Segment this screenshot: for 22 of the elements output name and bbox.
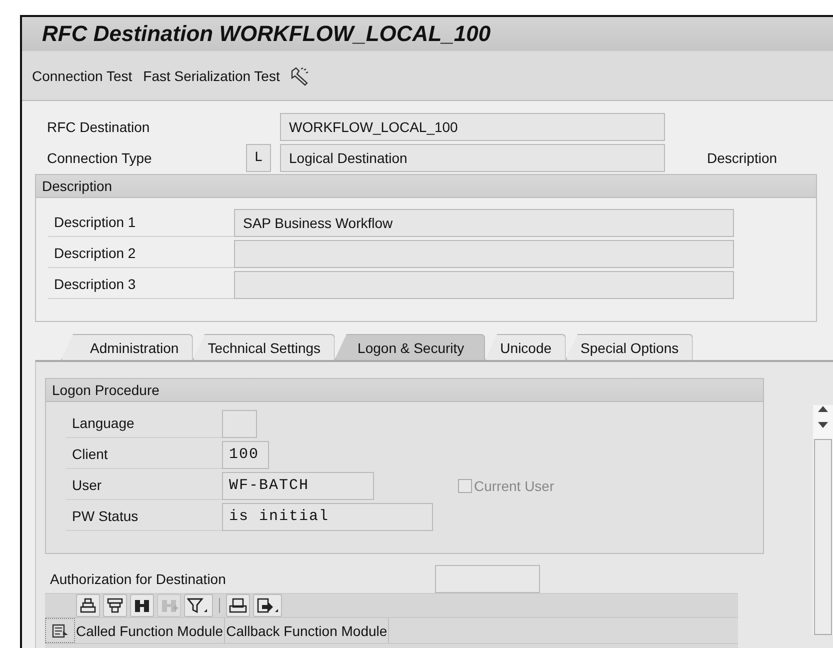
tab[interactable]: Logon & Security	[334, 334, 486, 360]
toolbar-button[interactable]: Fast Serialization Test	[139, 64, 284, 88]
checkbox-label: Current User	[474, 478, 554, 494]
field-label: Description	[707, 150, 778, 166]
tab[interactable]: Unicode	[485, 334, 566, 360]
text-field[interactable]: Logical Destination	[280, 144, 665, 172]
group-title: Logon Procedure	[46, 379, 763, 402]
text-field[interactable]: WORKFLOW_LOCAL_100	[280, 112, 665, 140]
tab[interactable]: Technical Settings	[192, 334, 335, 360]
tab[interactable]: Administration	[61, 334, 193, 360]
input-field[interactable]: 100	[222, 440, 269, 468]
input-field[interactable]: is initial	[222, 502, 433, 530]
tab[interactable]: Special Options	[566, 334, 693, 360]
field-label: RFC Destination	[46, 118, 151, 134]
input-field[interactable]: SAP Business Workflow	[234, 208, 734, 236]
toolbar-button[interactable]: Connection Test	[28, 64, 136, 88]
input-field[interactable]: WF-BATCH	[222, 472, 374, 500]
field-label: Connection Type	[46, 150, 153, 166]
type-field[interactable]: L	[246, 144, 271, 172]
field-label: Authorization for Destination	[50, 571, 227, 587]
window-title: RFC Destination WORKFLOW_LOCAL_100	[42, 21, 491, 47]
group-title: Description	[36, 175, 816, 198]
